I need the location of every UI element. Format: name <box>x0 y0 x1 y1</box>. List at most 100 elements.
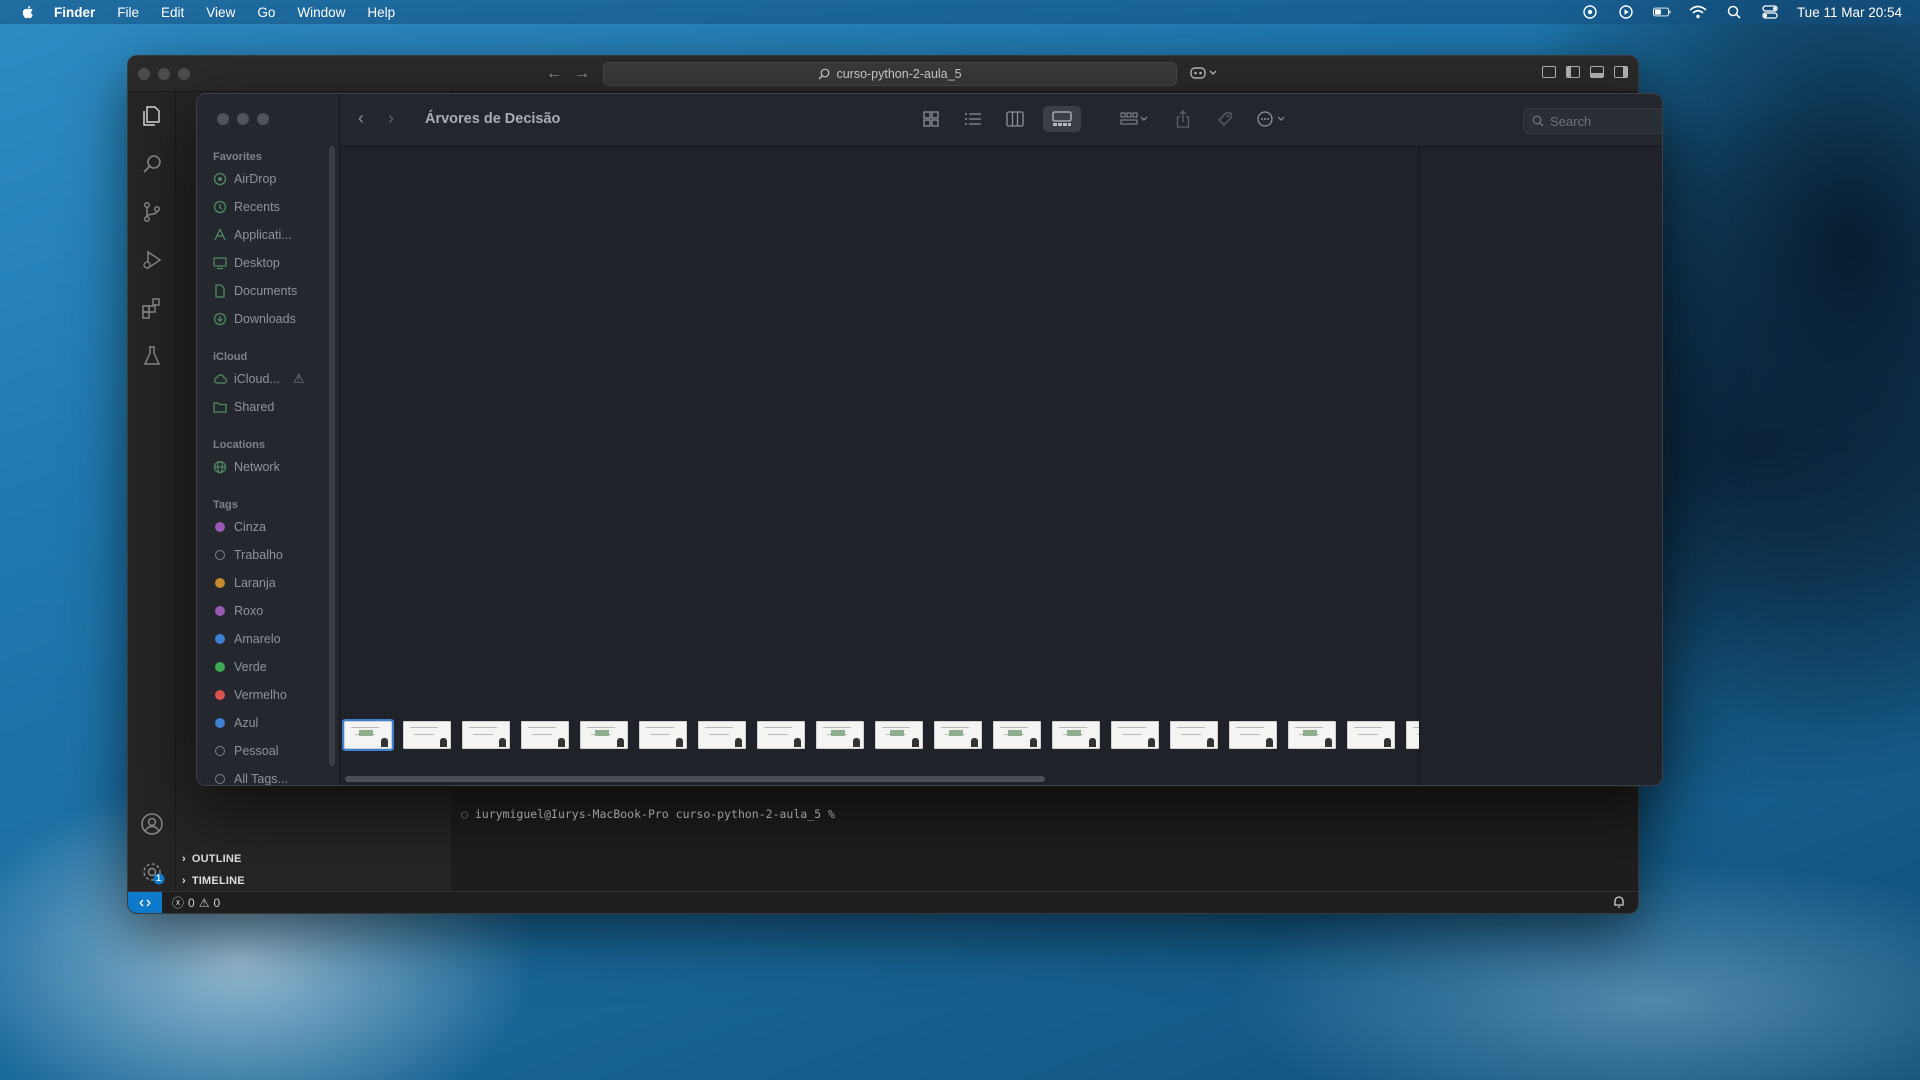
account-icon[interactable] <box>140 812 164 836</box>
gallery-view-button[interactable] <box>1043 106 1081 132</box>
extensions-icon[interactable] <box>140 296 164 320</box>
spotlight-search-icon[interactable] <box>1725 3 1743 21</box>
sidebar-item-desktop[interactable]: Desktop <box>213 253 323 273</box>
close-button[interactable] <box>138 68 150 80</box>
sidebar-item-network[interactable]: Network <box>213 457 323 477</box>
menu-window[interactable]: Window <box>297 5 345 20</box>
back-chevron-icon[interactable]: ‹ <box>358 108 364 129</box>
testing-flask-icon[interactable] <box>140 344 164 368</box>
gallery-thumbnail[interactable] <box>816 721 864 749</box>
gallery-thumbnail[interactable] <box>403 721 451 749</box>
apple-icon[interactable] <box>20 4 36 20</box>
remote-indicator[interactable] <box>128 891 162 913</box>
sidebar-tag-pessoal[interactable]: Pessoal <box>213 741 323 761</box>
menu-app-finder[interactable]: Finder <box>54 5 95 20</box>
sidebar-all-tags[interactable]: All Tags... <box>213 769 323 785</box>
sidebar-tag-amarelo[interactable]: Amarelo <box>213 629 323 649</box>
sidebar-item-recents[interactable]: Recents <box>213 197 323 217</box>
search-input[interactable] <box>1550 113 1662 129</box>
close-button[interactable] <box>217 113 229 125</box>
menu-view[interactable]: View <box>206 5 235 20</box>
run-debug-icon[interactable] <box>140 248 164 272</box>
gallery-thumbnail[interactable] <box>875 721 923 749</box>
more-actions-button[interactable] <box>1253 106 1293 132</box>
forward-chevron-icon[interactable]: › <box>388 108 394 129</box>
sidebar-item-applications[interactable]: Applicati... <box>213 225 323 245</box>
sidebar-tag-laranja[interactable]: Laranja <box>213 573 323 593</box>
sidebar-tag-azul[interactable]: Azul <box>213 713 323 733</box>
gallery-preview-area[interactable] <box>340 147 1419 714</box>
gallery-thumbnail[interactable] <box>342 719 394 751</box>
zoom-button[interactable] <box>178 68 190 80</box>
sidebar-item-downloads[interactable]: Downloads <box>213 309 323 329</box>
sidebar-tag-verde[interactable]: Verde <box>213 657 323 677</box>
terminal-panel[interactable]: ○ iurymiguel@Iurys-MacBook-Pro curso-pyt… <box>451 786 1638 892</box>
menu-help[interactable]: Help <box>367 5 395 20</box>
sidebar-item-airdrop[interactable]: AirDrop <box>213 169 323 189</box>
column-view-button[interactable] <box>1001 106 1029 132</box>
gallery-thumbnail[interactable] <box>639 721 687 749</box>
command-center[interactable]: curso-python-2-aula_5 <box>603 62 1177 86</box>
gallery-thumbnail[interactable] <box>462 721 510 749</box>
sidebar-tag-roxo[interactable]: Roxo <box>213 601 323 621</box>
menu-go[interactable]: Go <box>257 5 275 20</box>
gallery-thumbnail[interactable] <box>1288 721 1336 749</box>
gallery-thumbnail[interactable] <box>1347 721 1395 749</box>
wifi-icon[interactable] <box>1689 3 1707 21</box>
icon-view-button[interactable] <box>917 106 945 132</box>
gallery-thumbnail[interactable] <box>757 721 805 749</box>
sidebar-item-documents[interactable]: Documents <box>213 281 323 301</box>
gallery-thumbnail[interactable] <box>1111 721 1159 749</box>
gallery-thumbnail[interactable] <box>1052 721 1100 749</box>
gallery-thumbnail-strip[interactable] <box>340 714 1419 764</box>
gallery-thumbnail[interactable] <box>934 721 982 749</box>
vpn-icon[interactable] <box>1581 3 1599 21</box>
finder-search-field[interactable] <box>1523 108 1662 134</box>
gallery-thumbnail[interactable] <box>993 721 1041 749</box>
group-by-button[interactable] <box>1115 106 1155 132</box>
minimize-button[interactable] <box>158 68 170 80</box>
presenter-avatar <box>1207 738 1214 747</box>
manage-gear-icon[interactable]: 1 <box>140 860 165 885</box>
warning-icon: ⚠ <box>292 371 305 386</box>
sidebar-tag-trabalho[interactable]: Trabalho <box>213 545 323 565</box>
copilot-icon[interactable] <box>1190 66 1220 83</box>
toggle-secondary-sidebar-icon[interactable] <box>1614 66 1628 78</box>
menubar-clock[interactable]: Tue 11 Mar 20:54 <box>1797 5 1902 20</box>
back-arrow-icon[interactable]: ← <box>546 65 562 83</box>
minimize-button[interactable] <box>237 113 249 125</box>
tag-button[interactable] <box>1211 106 1239 132</box>
menu-file[interactable]: File <box>117 5 139 20</box>
play-circle-icon[interactable] <box>1617 3 1635 21</box>
gallery-horizontal-scrollbar[interactable] <box>345 776 1045 782</box>
forward-arrow-icon[interactable]: → <box>574 65 590 83</box>
control-center-icon[interactable] <box>1761 3 1779 21</box>
sidebar-item-icloud-drive[interactable]: iCloud... ⚠ <box>213 369 323 389</box>
download-icon <box>213 312 227 326</box>
share-button[interactable] <box>1169 106 1197 132</box>
toggle-primary-sidebar-icon[interactable] <box>1566 66 1580 78</box>
sidebar-tag-cinza[interactable]: Cinza <box>213 517 323 537</box>
search-icon[interactable] <box>140 152 164 176</box>
timeline-section[interactable]: › TIMELINE <box>182 875 245 887</box>
problems-indicator[interactable]: ⓧ 0 ⚠ 0 <box>172 894 220 911</box>
gallery-thumbnail[interactable] <box>580 721 628 749</box>
sidebar-scrollbar[interactable] <box>329 146 335 766</box>
gallery-thumbnail[interactable] <box>1170 721 1218 749</box>
menu-edit[interactable]: Edit <box>161 5 184 20</box>
customize-layout-icon[interactable] <box>1542 66 1556 78</box>
battery-icon[interactable] <box>1653 3 1671 21</box>
sidebar-tag-vermelho[interactable]: Vermelho <box>213 685 323 705</box>
gallery-thumbnail[interactable] <box>521 721 569 749</box>
toggle-panel-icon[interactable] <box>1590 66 1604 78</box>
explorer-icon[interactable] <box>140 104 164 128</box>
sidebar-item-shared[interactable]: Shared <box>213 397 323 417</box>
source-control-icon[interactable] <box>140 200 164 224</box>
zoom-button[interactable] <box>257 113 269 125</box>
notifications-bell-icon[interactable] <box>1612 895 1626 912</box>
gallery-thumbnail[interactable] <box>1229 721 1277 749</box>
outline-section[interactable]: › OUTLINE <box>182 853 242 865</box>
gallery-thumbnail[interactable] <box>1406 721 1419 749</box>
list-view-button[interactable] <box>959 106 987 132</box>
gallery-thumbnail[interactable] <box>698 721 746 749</box>
